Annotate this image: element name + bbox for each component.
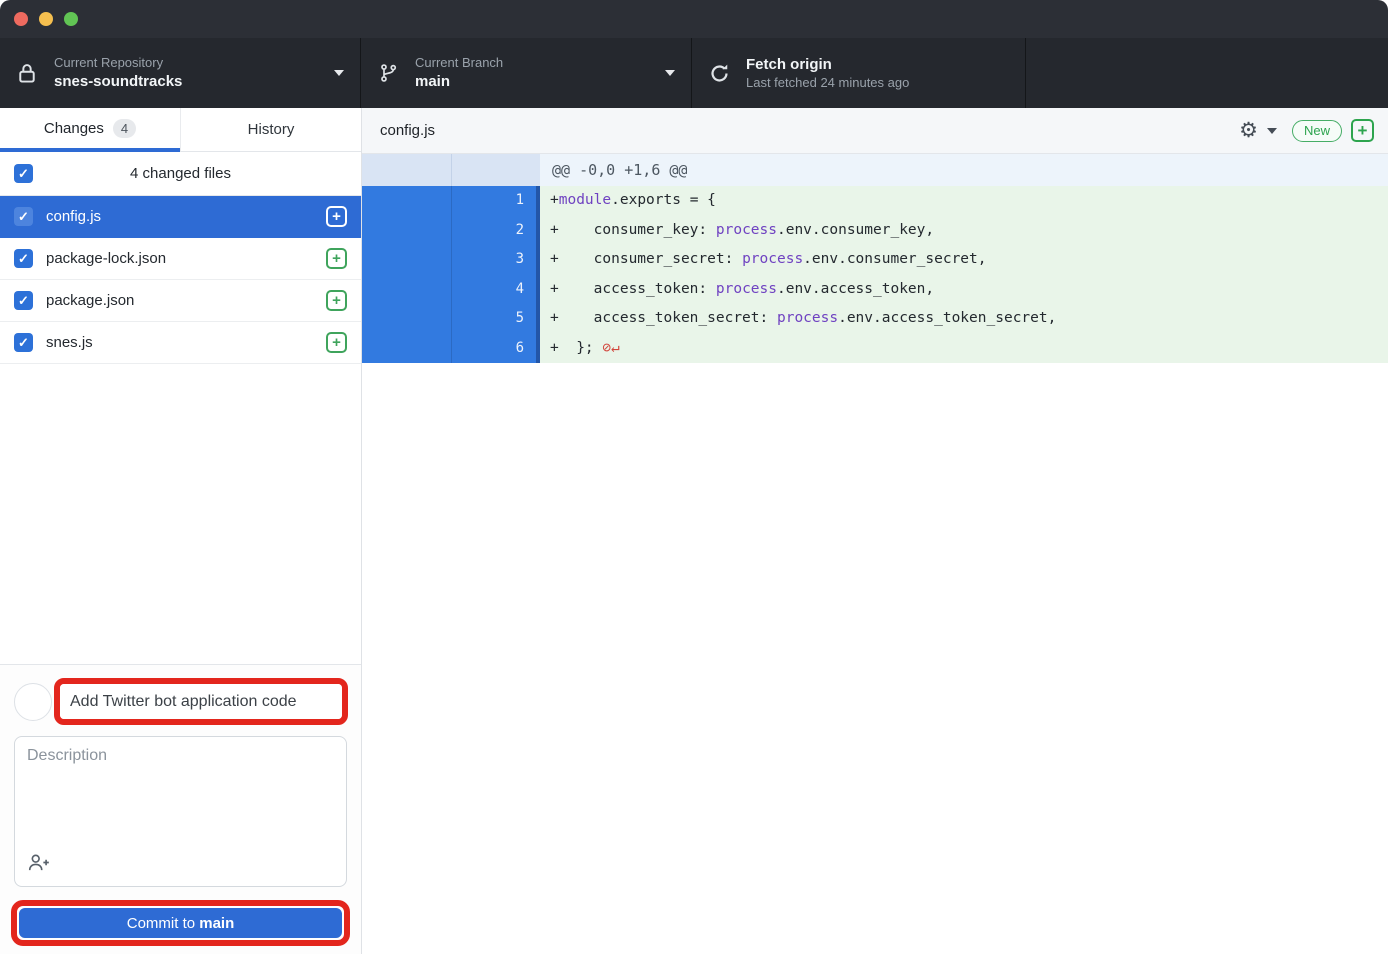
minimize-window-button[interactable] (39, 12, 53, 26)
new-line-number-cell[interactable]: 1 (452, 186, 540, 216)
added-file-plus-icon: + (326, 332, 347, 353)
chevron-down-icon (334, 70, 344, 76)
diff-code-text: + access_token_secret: process.env.acces… (540, 304, 1388, 334)
commit-description-input[interactable] (15, 737, 346, 855)
hunk-gutter-old (362, 154, 452, 186)
diff-panel: config.js ⚙ New + @@ -0,0 +1,6 @@ 1+modu… (362, 108, 1388, 954)
lock-icon (16, 62, 38, 84)
diff-line-3: 3+ consumer_secret: process.env.consumer… (362, 245, 1388, 275)
diff-lines: 1+module.exports = {2+ consumer_key: pro… (362, 186, 1388, 363)
tab-history[interactable]: History (180, 108, 361, 152)
diff-line-2: 2+ consumer_key: process.env.consumer_ke… (362, 216, 1388, 246)
hunk-header-row: @@ -0,0 +1,6 @@ (362, 154, 1388, 186)
hunk-header-text: @@ -0,0 +1,6 @@ (540, 154, 1388, 186)
fetch-origin-status: Last fetched 24 minutes ago (746, 75, 909, 91)
file-name: config.js (46, 208, 101, 225)
chevron-down-icon (665, 70, 675, 76)
added-file-plus-icon: + (326, 248, 347, 269)
diff-code-text: + access_token: process.env.access_token… (540, 275, 1388, 305)
file-name: package-lock.json (46, 250, 166, 267)
diff-filename: config.js (380, 122, 435, 139)
diff-line-4: 4+ access_token: process.env.access_toke… (362, 275, 1388, 305)
new-line-number-cell[interactable]: 3 (452, 245, 540, 275)
file-name: package.json (46, 292, 134, 309)
select-all-checkbox[interactable]: ✓ (14, 164, 33, 183)
git-branch-icon (377, 62, 399, 84)
file-row-config.js[interactable]: ✓ config.js + (0, 196, 361, 238)
old-line-number-cell[interactable] (362, 245, 452, 275)
commit-form: Commit to main (0, 664, 361, 954)
current-repository-label: Current Repository (54, 55, 182, 71)
sidebar-tabs: Changes 4 History (0, 108, 361, 152)
new-line-number-cell[interactable]: 4 (452, 275, 540, 305)
expand-diff-plus-icon[interactable]: + (1351, 119, 1374, 142)
added-file-plus-icon: + (326, 206, 347, 227)
new-file-badge: New (1292, 120, 1342, 142)
new-line-number-cell[interactable]: 2 (452, 216, 540, 246)
file-checkbox[interactable]: ✓ (14, 249, 33, 268)
commit-to-main-button[interactable]: Commit to main (19, 908, 342, 938)
old-line-number-cell[interactable] (362, 275, 452, 305)
current-repository-value: snes-soundtracks (54, 72, 182, 92)
hunk-gutter-new (452, 154, 540, 186)
commit-button-branch: main (199, 915, 234, 932)
diff-header: config.js ⚙ New + (362, 108, 1388, 154)
tab-changes[interactable]: Changes 4 (0, 108, 180, 152)
fetch-origin-label: Fetch origin (746, 55, 909, 75)
file-checkbox[interactable]: ✓ (14, 333, 33, 352)
changed-files-header: ✓ 4 changed files (0, 152, 361, 196)
sync-icon (708, 63, 730, 84)
tab-history-label: History (248, 121, 295, 138)
add-coauthor-icon[interactable] (27, 853, 51, 877)
summary-highlight-annotation (54, 678, 348, 725)
file-checkbox[interactable]: ✓ (14, 291, 33, 310)
commit-button-highlight-annotation: Commit to main (11, 900, 350, 946)
current-branch-value: main (415, 72, 503, 92)
new-line-number-cell[interactable]: 6 (452, 334, 540, 364)
diff-code-text: + consumer_key: process.env.consumer_key… (540, 216, 1388, 246)
file-row-snes.js[interactable]: ✓ snes.js + (0, 322, 361, 364)
file-row-package-lock.json[interactable]: ✓ package-lock.json + (0, 238, 361, 280)
diff-code-text: + consumer_secret: process.env.consumer_… (540, 245, 1388, 275)
diff-line-5: 5+ access_token_secret: process.env.acce… (362, 304, 1388, 334)
old-line-number-cell[interactable] (362, 216, 452, 246)
gear-icon[interactable]: ⚙ (1239, 120, 1258, 141)
close-window-button[interactable] (14, 12, 28, 26)
avatar (14, 683, 52, 721)
file-checkbox[interactable]: ✓ (14, 207, 33, 226)
file-name: snes.js (46, 334, 93, 351)
zoom-window-button[interactable] (64, 12, 78, 26)
old-line-number-cell[interactable] (362, 186, 452, 216)
fetch-origin-button[interactable]: Fetch origin Last fetched 24 minutes ago (692, 38, 1026, 108)
new-line-number-cell[interactable]: 5 (452, 304, 540, 334)
diff-code-text: + }; ⊘↵ (540, 334, 1388, 364)
toolbar: Current Repository snes-soundtracks Curr… (0, 38, 1388, 108)
tab-changes-label: Changes (44, 120, 104, 137)
changes-count-badge: 4 (113, 119, 136, 138)
chevron-down-icon[interactable] (1267, 128, 1277, 134)
commit-button-prefix: Commit to (127, 915, 200, 932)
file-list: ✓ config.js + ✓ package-lock.json + ✓ package.j… (0, 196, 361, 364)
titlebar (0, 0, 1388, 38)
old-line-number-cell[interactable] (362, 334, 452, 364)
file-row-package.json[interactable]: ✓ package.json + (0, 280, 361, 322)
diff-line-6: 6+ }; ⊘↵ (362, 334, 1388, 364)
changed-files-count-label: 4 changed files (0, 165, 361, 182)
commit-summary-input[interactable] (60, 684, 342, 719)
added-file-plus-icon: + (326, 290, 347, 311)
old-line-number-cell[interactable] (362, 304, 452, 334)
current-branch-label: Current Branch (415, 55, 503, 71)
description-box (14, 736, 347, 887)
diff-code-text: +module.exports = { (540, 186, 1388, 216)
current-repository-dropdown[interactable]: Current Repository snes-soundtracks (0, 38, 361, 108)
changes-sidebar: Changes 4 History ✓ 4 changed files ✓ con… (0, 108, 362, 954)
diff-line-1: 1+module.exports = { (362, 186, 1388, 216)
current-branch-dropdown[interactable]: Current Branch main (361, 38, 692, 108)
